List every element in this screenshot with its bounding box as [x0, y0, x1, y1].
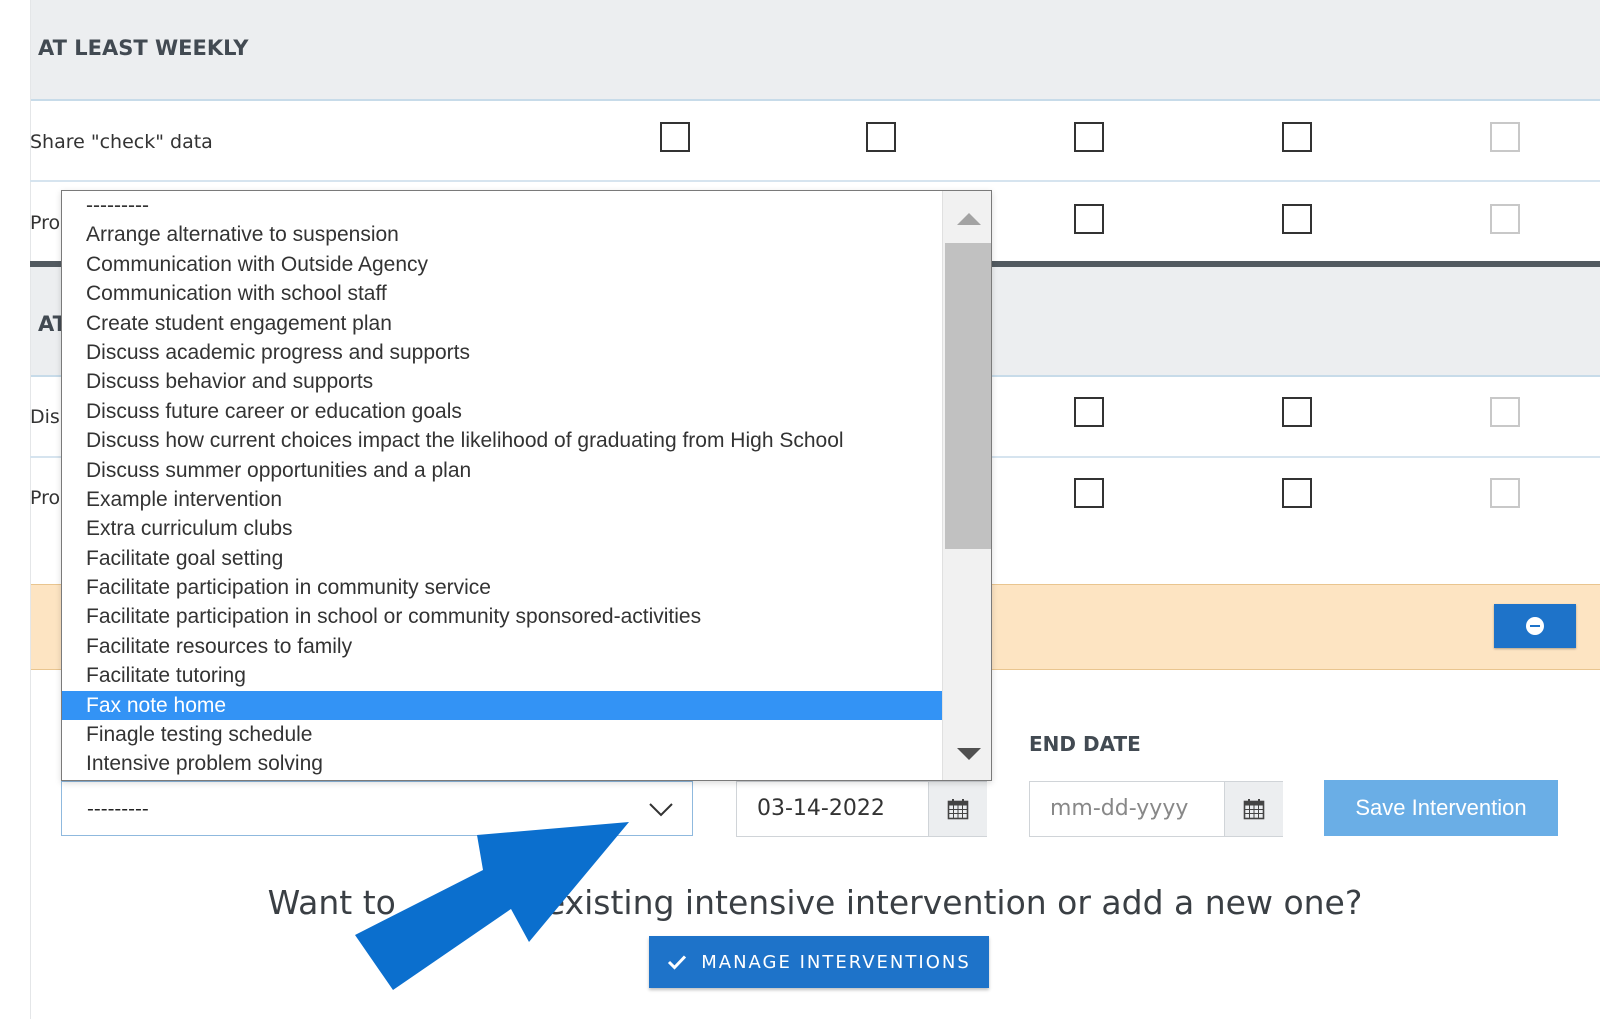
- start-date-value: 03-14-2022: [757, 796, 885, 821]
- dropdown-option-highlighted[interactable]: Fax note home: [62, 690, 942, 721]
- dropdown-option[interactable]: Discuss academic progress and supports: [62, 338, 942, 367]
- dropdown-options: --------- Arrange alternative to suspens…: [62, 191, 942, 779]
- end-date-field[interactable]: mm-dd-yyyy: [1029, 781, 1283, 837]
- dropdown-option[interactable]: Facilitate participation in community se…: [62, 573, 942, 602]
- minus-circle-icon: [1526, 617, 1544, 635]
- scroll-down-icon[interactable]: [957, 748, 981, 760]
- checkbox[interactable]: [1282, 397, 1312, 427]
- checkbox[interactable]: [1282, 478, 1312, 508]
- checkbox-disabled: [1490, 478, 1520, 508]
- dropdown-option[interactable]: Communication with school staff: [62, 279, 942, 308]
- checkbox[interactable]: [1282, 122, 1312, 152]
- intervention-dropdown-list[interactable]: --------- Arrange alternative to suspens…: [61, 190, 992, 781]
- dropdown-option[interactable]: Extra curriculum clubs: [62, 514, 942, 543]
- manage-interventions-label: MANAGE INTERVENTIONS: [701, 951, 971, 973]
- dropdown-option[interactable]: Facilitate resources to family: [62, 632, 942, 661]
- checkbox[interactable]: [1282, 204, 1312, 234]
- save-intervention-button[interactable]: Save Intervention: [1324, 780, 1558, 836]
- dropdown-option[interactable]: Finagle testing schedule: [62, 720, 942, 749]
- dropdown-option[interactable]: Intensive problem solving: [62, 749, 942, 778]
- start-date-field[interactable]: 03-14-2022: [736, 781, 987, 837]
- section-title-weekly: AT LEAST WEEKLY: [38, 36, 249, 60]
- row-divider: [30, 180, 1600, 182]
- dropdown-option[interactable]: ---------: [62, 191, 942, 220]
- remove-button[interactable]: [1494, 604, 1576, 648]
- row-label-share-check-data: Share "check" data: [30, 131, 213, 153]
- checkbox[interactable]: [1074, 397, 1104, 427]
- section-header-weekly: [31, 0, 1600, 101]
- calendar-icon[interactable]: [928, 782, 987, 836]
- dropdown-option[interactable]: Discuss summer opportunities and a plan: [62, 456, 942, 485]
- row-label-pro-2: Pro: [30, 487, 61, 509]
- dropdown-option[interactable]: Discuss future career or education goals: [62, 397, 942, 426]
- manage-prompt: Want to existing intensive intervention …: [30, 883, 1600, 922]
- checkbox-disabled: [1490, 204, 1520, 234]
- scroll-thumb[interactable]: [945, 243, 991, 549]
- end-date-placeholder: mm-dd-yyyy: [1050, 796, 1189, 821]
- dropdown-option[interactable]: Create student engagement plan: [62, 309, 942, 338]
- dropdown-scrollbar[interactable]: [942, 191, 991, 780]
- row-label-pro: Pro: [30, 212, 61, 234]
- dropdown-option[interactable]: Facilitate participation in school or co…: [62, 602, 942, 631]
- manage-interventions-button[interactable]: MANAGE INTERVENTIONS: [649, 936, 989, 988]
- checkmark-icon: [668, 955, 687, 970]
- dropdown-option[interactable]: Discuss behavior and supports: [62, 367, 942, 396]
- dropdown-option[interactable]: Facilitate tutoring: [62, 661, 942, 690]
- calendar-icon[interactable]: [1224, 782, 1283, 836]
- dropdown-option[interactable]: Example intervention: [62, 485, 942, 514]
- checkbox[interactable]: [1074, 478, 1104, 508]
- checkbox[interactable]: [1074, 122, 1104, 152]
- annotation-arrow-icon: [355, 822, 629, 990]
- dropdown-option[interactable]: Communication with Outside Agency: [62, 250, 942, 279]
- chevron-down-icon: [649, 803, 673, 817]
- checkbox-disabled: [1490, 122, 1520, 152]
- dropdown-option[interactable]: Facilitate goal setting: [62, 544, 942, 573]
- checkbox[interactable]: [866, 122, 896, 152]
- prompt-text-end: existing intensive intervention or add a…: [544, 883, 1363, 922]
- checkbox-disabled: [1490, 397, 1520, 427]
- select-value: ---------: [87, 798, 149, 820]
- checkbox[interactable]: [660, 122, 690, 152]
- dropdown-option[interactable]: Arrange alternative to suspension: [62, 220, 942, 249]
- dropdown-option[interactable]: Discuss how current choices impact the l…: [62, 426, 942, 455]
- end-date-label: END DATE: [1029, 732, 1141, 756]
- scroll-up-icon[interactable]: [957, 213, 981, 225]
- checkbox[interactable]: [1074, 204, 1104, 234]
- row-label-dis: Dis: [30, 406, 60, 428]
